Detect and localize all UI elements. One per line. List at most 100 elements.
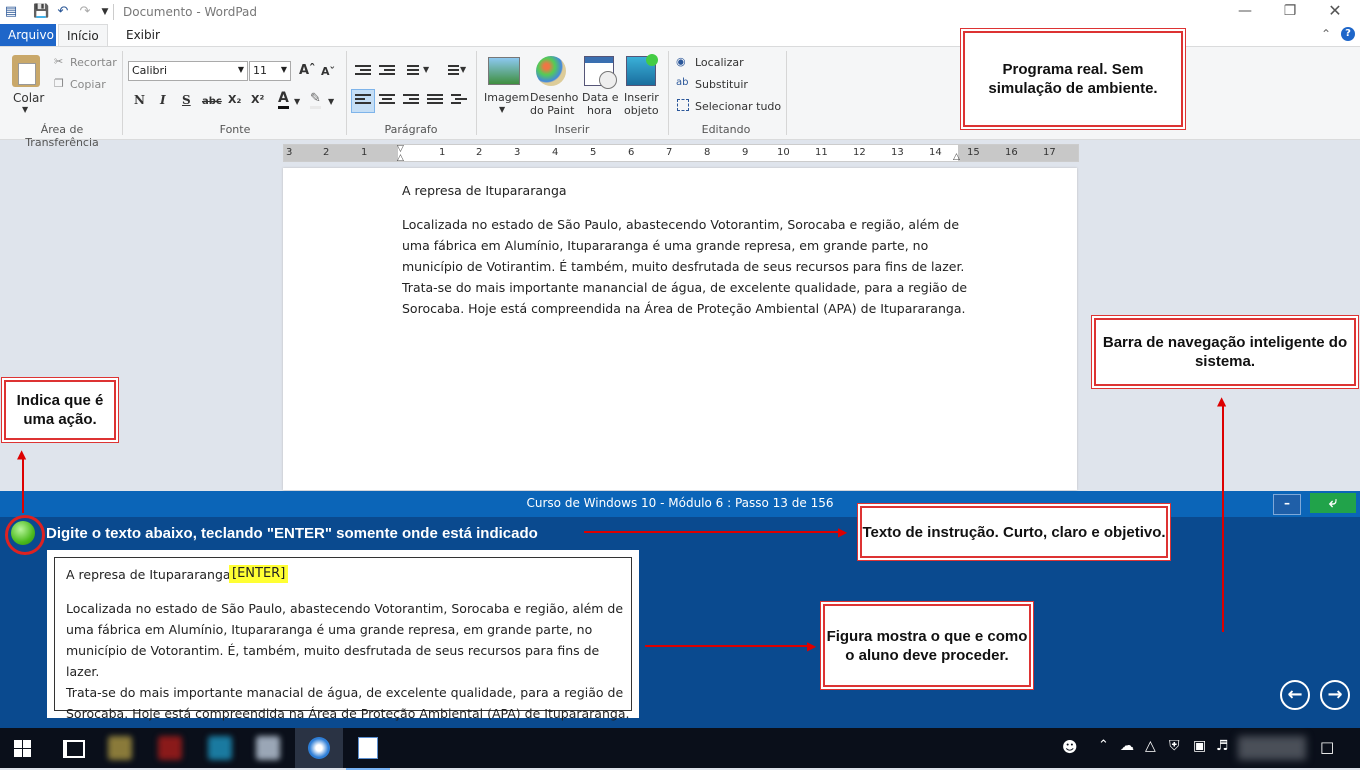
bold-button[interactable]: N	[134, 93, 145, 107]
select-all-icon	[677, 99, 689, 111]
insert-object-line2[interactable]: objeto	[624, 104, 659, 117]
document-line: Sorocaba. Hoje está compreendida na Área…	[402, 301, 966, 316]
font-family-select[interactable]: Calibri ▼	[128, 61, 248, 81]
return-arrow-icon[interactable]: ⤶	[1310, 493, 1356, 513]
ruler-tick: 3	[514, 147, 521, 158]
left-indent-marker[interactable]: △	[397, 153, 404, 163]
onedrive-icon[interactable]: ☁	[1120, 738, 1134, 754]
superscript-icon[interactable]: X²	[251, 93, 264, 106]
line-spacing-icon[interactable]	[443, 65, 459, 78]
ruler-tick: 5	[590, 147, 597, 158]
undo-icon[interactable]: ↶	[55, 4, 71, 20]
insert-object-line1[interactable]: Inserir	[624, 91, 659, 104]
highlight-color-icon[interactable]: ✎	[310, 91, 321, 109]
ruler[interactable]: 3 2 1 1 2 3 4 5 6 7 8 9 10 11 12 13 14 1…	[283, 144, 1079, 163]
taskbar-app-icon[interactable]	[108, 736, 132, 760]
minimize-window-button[interactable]: —	[1222, 0, 1268, 24]
paint-drawing-line2[interactable]: do Paint	[530, 104, 574, 117]
paint-palette-icon[interactable]	[536, 56, 566, 86]
find-button[interactable]: Localizar	[695, 56, 744, 69]
tab-arquivo[interactable]: Arquivo	[0, 24, 56, 46]
group-label-font: Fonte	[219, 123, 251, 136]
paste-dropdown-icon[interactable]: ▼	[22, 105, 28, 114]
grow-font-icon[interactable]: Aˆ	[299, 63, 316, 78]
paste-button[interactable]: Colar	[13, 91, 44, 105]
customize-quick-access-icon[interactable]: ▼	[97, 4, 113, 20]
shield-icon[interactable]: ⛨	[1169, 738, 1180, 754]
image-icon[interactable]	[488, 57, 520, 85]
volume-icon[interactable]: ♬	[1216, 738, 1229, 754]
increase-indent-icon[interactable]	[379, 65, 395, 78]
paint-drawing-line1[interactable]: Desenho	[530, 91, 578, 104]
cut-icon: ✂	[54, 55, 64, 68]
select-all-button[interactable]: Selecionar tudo	[695, 100, 781, 113]
collapse-ribbon-icon[interactable]: ⌃	[1321, 27, 1331, 41]
chevron-down-icon[interactable]: ▼	[328, 97, 334, 106]
taskbar-app-icon[interactable]	[256, 736, 280, 760]
maximize-window-button[interactable]: ❐	[1267, 0, 1313, 24]
bullet-list-icon[interactable]	[403, 65, 419, 78]
course-minimize-button[interactable]: –	[1273, 494, 1301, 515]
calendar-clock-icon[interactable]	[584, 56, 617, 89]
cut-button[interactable]: Recortar	[70, 56, 117, 69]
date-time-line1[interactable]: Data e	[582, 91, 619, 104]
decrease-indent-icon[interactable]	[355, 65, 371, 78]
example-body: Localizada no estado de São Paulo, abast…	[66, 598, 636, 724]
replace-button[interactable]: Substituir	[695, 78, 748, 91]
chevron-down-icon[interactable]: ▼	[423, 65, 429, 74]
justify-icon[interactable]	[427, 94, 443, 107]
insert-object-icon[interactable]	[626, 54, 658, 86]
start-windows-icon[interactable]	[14, 740, 31, 757]
wordpad-app-icon[interactable]: ▤	[3, 4, 19, 20]
chevron-down-icon[interactable]: ▼	[499, 105, 505, 114]
align-right-icon[interactable]	[403, 94, 419, 107]
chevron-down-icon[interactable]: ▼	[460, 65, 466, 74]
group-label-paragraph: Parágrafo	[384, 123, 438, 136]
ruler-tick: 6	[628, 147, 635, 158]
italic-button[interactable]: I	[160, 93, 166, 107]
tab-exibir[interactable]: Exibir	[118, 24, 168, 46]
group-label-clipboard: Área de Transferência	[25, 123, 99, 149]
underline-button[interactable]: S	[182, 93, 191, 107]
right-indent-marker[interactable]: △	[953, 152, 960, 162]
taskbar-wordpad[interactable]	[346, 728, 390, 770]
tab-inicio[interactable]: Início	[58, 24, 108, 46]
close-window-button[interactable]: ✕	[1312, 0, 1358, 24]
network-icon[interactable]: ▣	[1193, 738, 1206, 754]
paste-icon[interactable]	[12, 55, 40, 87]
font-color-icon[interactable]: A	[278, 91, 289, 109]
clock-area[interactable]	[1238, 736, 1306, 760]
font-size-select[interactable]: 11 ▼	[249, 61, 291, 81]
copy-button[interactable]: Copiar	[70, 78, 106, 91]
shrink-font-icon[interactable]: Aˇ	[321, 65, 335, 78]
document-page[interactable]: A represa de Itupararanga Localizada no …	[283, 168, 1077, 490]
date-time-line2[interactable]: hora	[587, 104, 612, 117]
taskbar-app-icon[interactable]	[158, 736, 182, 760]
previous-step-button[interactable]: ←	[1280, 680, 1310, 710]
notifications-icon[interactable]: □	[1320, 738, 1334, 756]
redo-icon[interactable]: ↷	[77, 4, 93, 20]
chevron-down-icon: ▼	[280, 65, 287, 74]
drive-icon[interactable]: △	[1145, 738, 1156, 754]
help-icon[interactable]: ?	[1341, 27, 1355, 41]
taskbar-app-icon[interactable]	[208, 736, 232, 760]
arrow-line	[584, 531, 844, 533]
people-icon[interactable]: ☻	[1062, 738, 1078, 756]
save-icon[interactable]: 💾	[33, 4, 49, 20]
ruler-tick: 2	[323, 147, 330, 158]
callout-figure: Figura mostra o que e como o aluno deve …	[823, 604, 1031, 687]
font-family-value: Calibri	[132, 64, 168, 77]
next-step-button[interactable]: →	[1320, 680, 1350, 710]
task-view-icon[interactable]	[63, 740, 85, 758]
ruler-tick: 14	[929, 147, 942, 158]
strikethrough-button[interactable]: abc	[202, 96, 222, 107]
paragraph-settings-icon[interactable]	[451, 94, 467, 107]
insert-image-button[interactable]: Imagem	[484, 91, 529, 104]
chevron-up-icon[interactable]: ⌃	[1098, 738, 1109, 753]
ruler-tick: 2	[476, 147, 483, 158]
taskbar-active-app[interactable]	[295, 728, 343, 768]
callout-instruction-text: Texto de instrução. Curto, claro e objet…	[860, 506, 1168, 558]
subscript-icon[interactable]: X₂	[228, 93, 241, 106]
chevron-down-icon[interactable]: ▼	[294, 97, 300, 106]
align-center-icon[interactable]	[379, 94, 395, 107]
